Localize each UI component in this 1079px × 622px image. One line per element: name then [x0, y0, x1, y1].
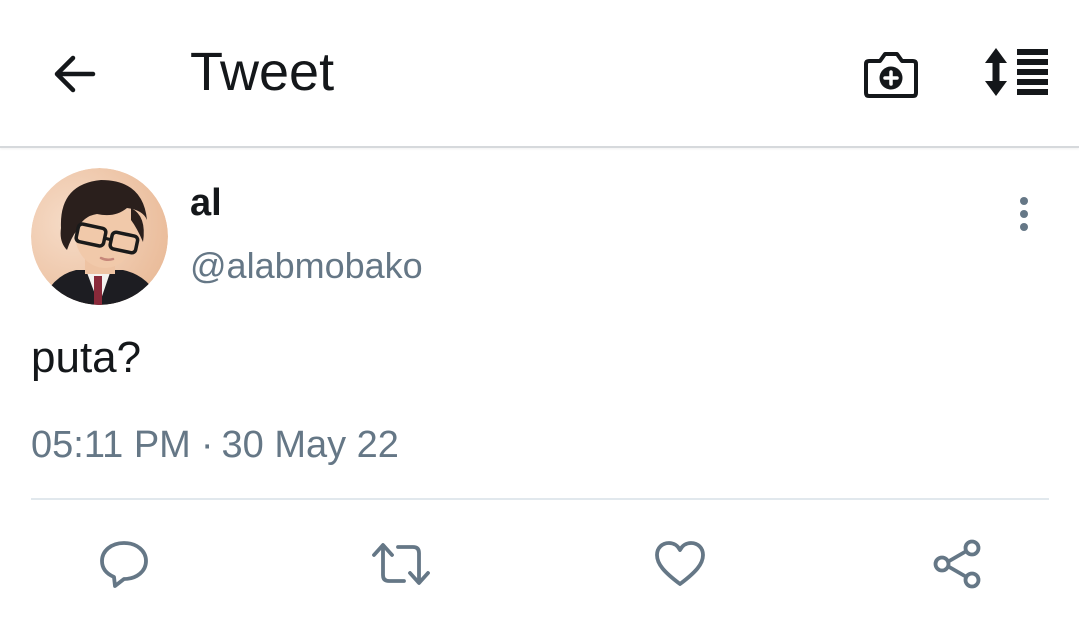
- retweet-button[interactable]: [371, 536, 431, 592]
- more-vertical-icon: [1018, 196, 1030, 232]
- page-title: Tweet: [190, 42, 335, 102]
- like-button[interactable]: [650, 536, 710, 592]
- actions-divider: [31, 498, 1049, 500]
- camera-button[interactable]: [855, 40, 927, 106]
- share-button[interactable]: [927, 536, 987, 592]
- sort-button[interactable]: [978, 40, 1056, 104]
- heart-icon: [654, 540, 706, 588]
- camera-plus-icon: [863, 47, 919, 99]
- tweet-time: 05:11 PM: [31, 424, 191, 466]
- share-icon: [931, 539, 983, 589]
- author-handle[interactable]: @alabmobako: [190, 244, 423, 288]
- reply-icon: [98, 539, 150, 589]
- author-display-name[interactable]: al: [190, 180, 222, 226]
- sort-list-icon: [984, 46, 1050, 98]
- retweet-icon: [371, 541, 431, 587]
- app-header: Tweet: [0, 0, 1079, 148]
- arrow-left-icon: [51, 54, 97, 94]
- back-button[interactable]: [40, 44, 108, 104]
- avatar[interactable]: [31, 168, 168, 305]
- tweet-timestamp: 05:11 PM · 30 May 22: [31, 422, 399, 468]
- more-options-button[interactable]: [1000, 190, 1048, 238]
- tweet-text: puta?: [31, 333, 142, 382]
- tweet-date: 30 May 22: [221, 424, 399, 466]
- meta-separator: ·: [200, 424, 214, 466]
- reply-button[interactable]: [94, 536, 154, 592]
